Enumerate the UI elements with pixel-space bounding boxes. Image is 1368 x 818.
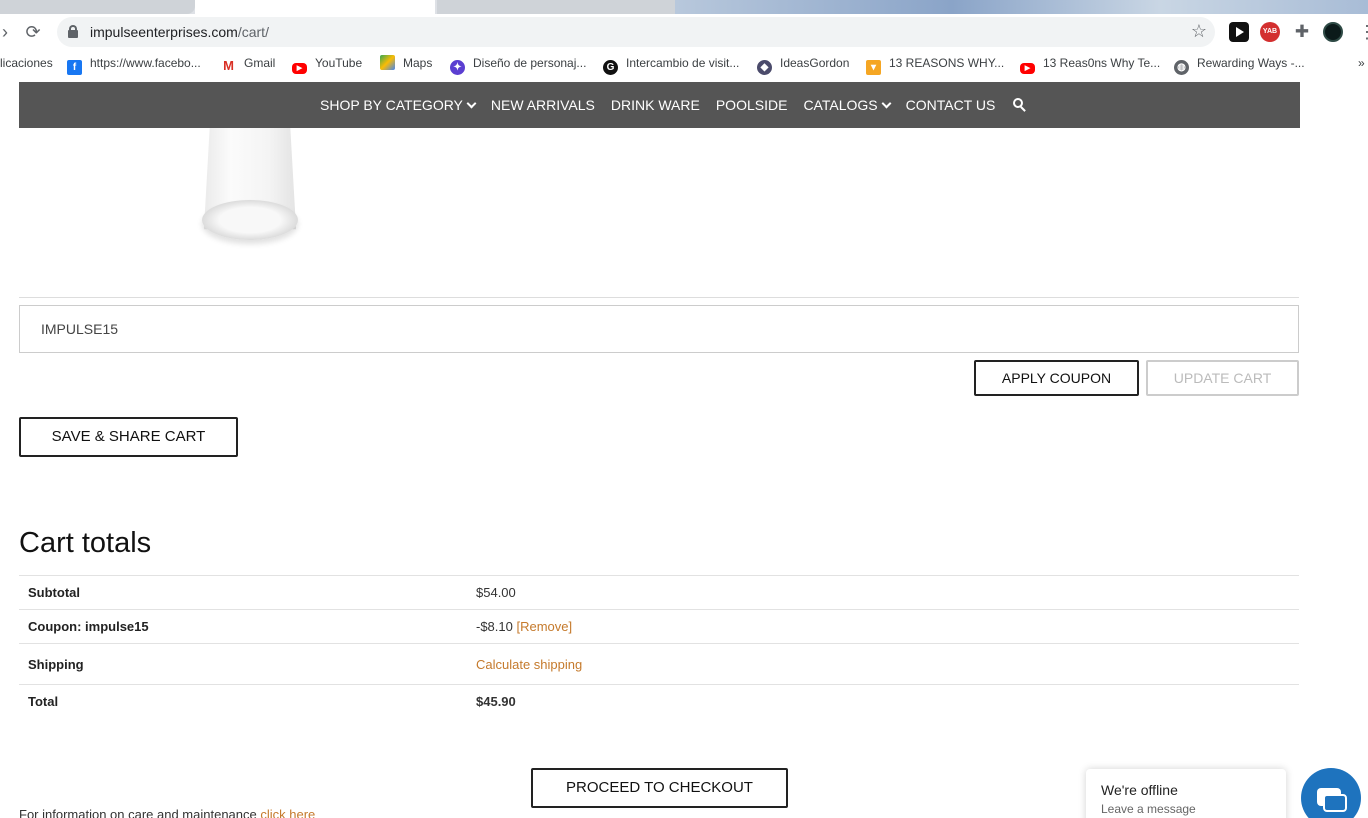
coupon-code-input[interactable] xyxy=(19,305,1299,353)
extensions-puzzle-icon[interactable]: ✚ xyxy=(1292,22,1312,42)
divider xyxy=(19,297,1299,298)
nav-new-arrivals[interactable]: NEW ARRIVALS xyxy=(491,97,595,113)
globe-icon: ◍ xyxy=(1174,60,1189,75)
lock-icon xyxy=(68,25,78,38)
bookmark-icon: ◆ xyxy=(757,60,772,75)
youtube-icon: ▶ xyxy=(292,63,307,74)
youtube-icon: ▶ xyxy=(1020,63,1035,74)
bookmark-item[interactable]: f https://www.facebo... xyxy=(67,55,201,75)
chat-launcher-button[interactable] xyxy=(1301,768,1361,818)
bookmark-star-icon[interactable]: ☆ xyxy=(1191,21,1207,42)
window-background xyxy=(675,0,1368,14)
bookmark-item[interactable]: licaciones xyxy=(0,55,53,71)
search-icon[interactable] xyxy=(1013,98,1027,112)
cart-totals-heading: Cart totals xyxy=(19,527,152,559)
bookmark-item[interactable]: ◍ Rewarding Ways -... xyxy=(1174,55,1305,75)
chevron-down-icon xyxy=(466,98,477,108)
nav-contact-us[interactable]: CONTACT US xyxy=(906,97,996,113)
subtotal-label: Subtotal xyxy=(19,575,476,610)
chevron-down-icon xyxy=(881,98,892,108)
apply-coupon-button[interactable]: APPLY COUPON xyxy=(974,360,1139,396)
care-info-text: For information on care and maintenance … xyxy=(19,807,315,818)
bookmark-item[interactable]: Maps xyxy=(380,55,432,71)
calculate-shipping-link[interactable]: Calculate shipping xyxy=(476,657,582,672)
subtotal-value: $54.00 xyxy=(476,575,1299,610)
site-navigation: SHOP BY CATEGORY NEW ARRIVALS DRINK WARE… xyxy=(19,82,1300,128)
bookmarks-overflow[interactable]: » xyxy=(1358,55,1365,71)
bookmark-item[interactable]: G Intercambio de visit... xyxy=(603,55,739,75)
bookmarks-bar: licaciones f https://www.facebo... M Gmail… xyxy=(0,50,1368,76)
bookmark-icon: G xyxy=(603,60,618,75)
update-cart-button[interactable]: UPDATE CART xyxy=(1146,360,1299,396)
care-info-link[interactable]: click here xyxy=(260,807,315,818)
bookmark-item[interactable]: ✦ Diseño de personaj... xyxy=(450,55,586,75)
nav-drink-ware[interactable]: DRINK WARE xyxy=(611,97,700,113)
chat-title: We're offline xyxy=(1101,782,1178,798)
table-row: Subtotal $54.00 xyxy=(19,575,1299,610)
nav-catalogs[interactable]: CATALOGS xyxy=(803,97,892,113)
bookmark-icon: ▾ xyxy=(866,60,881,75)
bookmark-item[interactable]: ▶ YouTube xyxy=(292,55,362,74)
bookmark-icon: ✦ xyxy=(450,60,465,75)
total-value: $45.90 xyxy=(476,684,1299,719)
save-share-cart-button[interactable]: SAVE & SHARE CART xyxy=(19,417,238,457)
total-label: Total xyxy=(19,684,476,719)
forward-icon[interactable]: › xyxy=(0,21,16,43)
facebook-icon: f xyxy=(67,60,82,75)
chat-status-box[interactable]: We're offline Leave a message xyxy=(1086,769,1286,818)
remove-coupon-link[interactable]: [Remove] xyxy=(517,619,573,634)
table-row: Shipping Calculate shipping xyxy=(19,643,1299,685)
cart-totals-table: Subtotal $54.00 Coupon: impulse15 -$8.10… xyxy=(19,575,1299,719)
nav-poolside[interactable]: POOLSIDE xyxy=(716,97,788,113)
bookmark-item[interactable]: ▾ 13 REASONS WHY... xyxy=(866,55,1004,75)
coupon-label: Coupon: impulse15 xyxy=(19,609,476,644)
proceed-to-checkout-button[interactable]: PROCEED TO CHECKOUT xyxy=(531,768,788,808)
address-bar[interactable]: impulseenterprises.com/cart/ ☆ xyxy=(57,17,1215,47)
reload-icon[interactable]: ⟳ xyxy=(22,21,44,43)
bookmark-item[interactable]: ▶ 13 Reas0ns Why Te... xyxy=(1020,55,1160,74)
table-row: Total $45.90 xyxy=(19,684,1299,719)
gmail-icon: M xyxy=(221,58,236,73)
chat-subtitle: Leave a message xyxy=(1101,802,1196,816)
table-row: Coupon: impulse15 -$8.10 [Remove] xyxy=(19,609,1299,644)
yab-extension-icon[interactable]: YAB xyxy=(1260,22,1280,42)
tab-strip xyxy=(0,0,1368,14)
url-text[interactable]: impulseenterprises.com/cart/ xyxy=(90,24,269,40)
browser-menu-icon[interactable]: ⋮ xyxy=(1356,21,1368,43)
nav-shop-by-category[interactable]: SHOP BY CATEGORY xyxy=(320,97,477,113)
bookmark-item[interactable]: M Gmail xyxy=(221,55,275,73)
shipping-label: Shipping xyxy=(19,643,476,685)
maps-icon xyxy=(380,55,395,70)
browser-tab-active[interactable] xyxy=(195,0,435,14)
browser-tab[interactable] xyxy=(0,0,195,14)
bookmark-item[interactable]: ◆ IdeasGordon xyxy=(757,55,849,75)
profile-avatar[interactable] xyxy=(1323,22,1343,42)
product-image[interactable] xyxy=(198,128,302,244)
play-extension-icon[interactable] xyxy=(1229,22,1249,42)
coupon-discount-value: -$8.10 xyxy=(476,619,513,634)
browser-tab[interactable] xyxy=(437,0,675,14)
browser-toolbar: › ⟳ impulseenterprises.com/cart/ ☆ YAB ✚… xyxy=(0,14,1368,50)
